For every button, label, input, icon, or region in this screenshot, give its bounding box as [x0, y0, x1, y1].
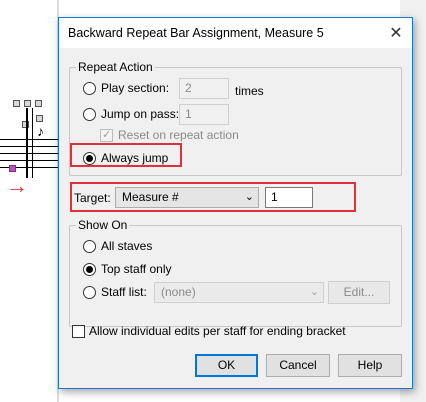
reset-on-repeat-label: Reset on repeat action	[118, 128, 239, 142]
target-type-value: Measure #	[122, 190, 179, 204]
dialog-title: Backward Repeat Bar Assignment, Measure …	[68, 26, 324, 40]
play-section-label: Play section:	[101, 81, 170, 95]
cancel-button[interactable]: Cancel	[266, 354, 330, 377]
staff-list-value: (none)	[161, 285, 196, 299]
jump-on-pass-input[interactable]: 1	[179, 104, 229, 125]
reset-on-repeat-checkbox[interactable]	[100, 128, 113, 142]
staff-line	[0, 139, 58, 140]
staff-line	[0, 146, 58, 147]
handle-icon[interactable]	[36, 115, 43, 122]
handle-icon[interactable]	[13, 100, 20, 107]
play-section-radio[interactable]	[83, 82, 96, 95]
edit-button[interactable]: Edit...	[328, 281, 390, 304]
ok-button[interactable]: OK	[195, 354, 258, 377]
chevron-down-icon: ⌄	[244, 190, 254, 203]
chevron-down-icon: ⌄	[309, 285, 319, 298]
target-measure-input[interactable]: 1	[265, 187, 313, 208]
staff-list-select[interactable]: (none) ⌄	[154, 282, 324, 303]
handle-icon[interactable]	[24, 100, 31, 107]
note-icon: ♪	[37, 123, 44, 139]
red-arrow-icon: →	[6, 173, 28, 198]
show-on-label: Show On	[76, 218, 130, 232]
play-section-input[interactable]: 2	[179, 78, 229, 99]
target-label: Target:	[74, 191, 111, 205]
times-label: times	[235, 84, 264, 98]
staff-list-label: Staff list:	[101, 285, 147, 299]
always-jump-highlight	[70, 143, 182, 167]
jump-on-pass-label: Jump on pass:	[101, 107, 180, 121]
top-staff-only-label: Top staff only	[101, 262, 172, 276]
staff-line	[0, 153, 58, 154]
top-staff-only-radio[interactable]	[83, 263, 96, 276]
jump-on-pass-radio[interactable]	[83, 108, 96, 121]
selection-handle-icon[interactable]	[9, 165, 16, 172]
repeat-action-label: Repeat Action	[76, 60, 155, 74]
all-staves-radio[interactable]	[83, 240, 96, 253]
title-bar: Backward Repeat Bar Assignment, Measure …	[59, 18, 412, 48]
backward-repeat-dialog: Backward Repeat Bar Assignment, Measure …	[58, 17, 413, 389]
all-staves-label: All staves	[101, 239, 153, 253]
staff-line	[0, 160, 58, 161]
allow-individual-edits-checkbox[interactable]	[72, 325, 85, 338]
allow-individual-edits-label: Allow individual edits per staff for end…	[89, 324, 346, 338]
handle-icon[interactable]	[35, 100, 42, 107]
target-type-select[interactable]: Measure # ⌄	[115, 187, 259, 208]
show-on-group: Show On All staves Top staff only Staff …	[69, 218, 402, 327]
help-button[interactable]: Help	[338, 354, 402, 377]
close-icon[interactable]: ✕	[380, 18, 412, 48]
staff-list-radio[interactable]	[83, 286, 96, 299]
